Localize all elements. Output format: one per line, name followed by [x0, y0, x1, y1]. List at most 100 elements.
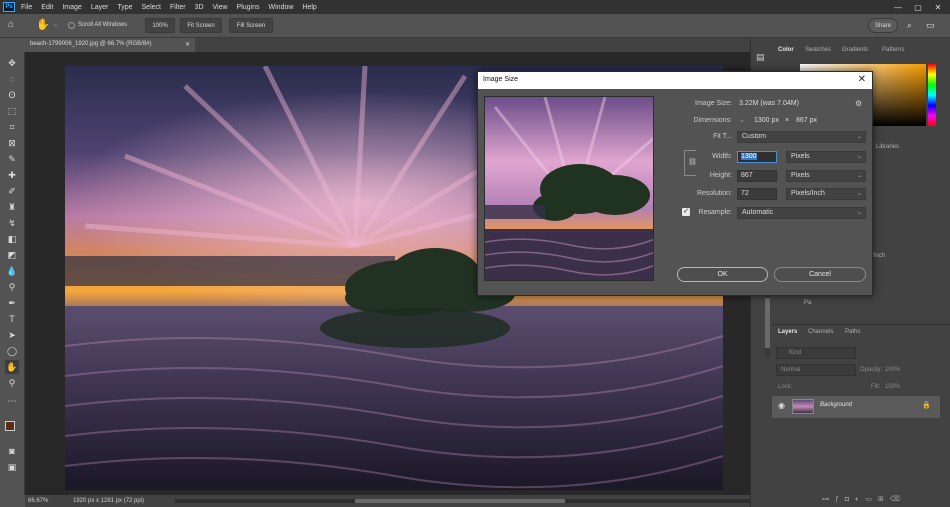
height-input[interactable]: 867 [737, 170, 777, 182]
hue-slider[interactable] [928, 64, 936, 126]
pen-tool-icon[interactable]: ✒ [5, 296, 19, 310]
hand-tool-icon[interactable]: ✋ [36, 18, 52, 34]
clone-stamp-icon[interactable]: ♜ [5, 200, 19, 214]
group-icon[interactable]: ▭ [865, 496, 878, 503]
fit-screen-button[interactable]: Fit Screen [180, 18, 222, 33]
close-tab-icon[interactable]: ✕ [185, 41, 190, 48]
blur-tool-icon[interactable]: 💧 [5, 264, 19, 278]
menu-select[interactable]: Select [142, 4, 161, 11]
history-panel-icon[interactable]: ▤ [756, 52, 765, 63]
tab-swatches[interactable]: Swatches [805, 47, 831, 53]
blend-mode-select[interactable]: Normal [776, 364, 856, 376]
resolution-input[interactable]: 72 [737, 188, 777, 200]
tab-paths[interactable]: Paths [845, 329, 860, 335]
hand-tool-icon[interactable]: ✋ [5, 360, 19, 374]
menu-image[interactable]: Image [62, 4, 81, 11]
layer-thumbnail [792, 399, 814, 414]
trash-icon[interactable]: ⌫ [890, 496, 906, 503]
width-unit-select[interactable]: Pixels ⌄ [786, 151, 866, 163]
resolution-unit-select[interactable]: Pixels/Inch ⌄ [786, 188, 866, 200]
scroll-all-checkbox[interactable] [68, 22, 75, 29]
share-button[interactable]: Share [868, 18, 898, 33]
close-icon[interactable]: ✕ [858, 74, 866, 85]
brush-tool-icon[interactable]: ✐ [5, 184, 19, 198]
path-select-icon[interactable]: ➤ [5, 328, 19, 342]
healing-brush-icon[interactable]: ✚ [5, 168, 19, 182]
adjustment-icon[interactable]: ◐ [855, 496, 865, 503]
foreground-color-swatch[interactable] [5, 421, 15, 431]
lasso-tool-icon[interactable]: ʘ [5, 88, 19, 102]
cancel-button[interactable]: Cancel [774, 267, 866, 282]
more-tools-icon[interactable]: ⋯ [5, 394, 19, 408]
history-brush-icon[interactable]: ↯ [5, 216, 19, 230]
height-unit-select[interactable]: Pixels ⌄ [786, 170, 866, 182]
document-tab[interactable]: beach-1799006_1920.jpg @ 66.7% (RGB/8#) … [25, 38, 195, 52]
fx-icon[interactable]: ƒ [835, 496, 845, 503]
ellipse-tool-icon[interactable]: ◯ [5, 344, 19, 358]
width-input[interactable]: 1300 [737, 151, 777, 163]
menu-window[interactable]: Window [269, 4, 294, 11]
dimensions-chevron-icon[interactable]: ⌄ [739, 116, 745, 124]
menu-file[interactable]: File [21, 4, 32, 11]
menu-type[interactable]: Type [117, 4, 132, 11]
screen-mode-icon[interactable]: ▣ [5, 460, 19, 474]
layer-filter-select[interactable]: Kind [776, 347, 856, 359]
object-select-tool-icon[interactable]: ⬚ [5, 104, 19, 118]
tab-channels[interactable]: Channels [808, 329, 833, 335]
menu-edit[interactable]: Edit [41, 4, 53, 11]
zoom-100-button[interactable]: 100% [145, 18, 175, 33]
dialog-titlebar[interactable]: Image Size ✕ [478, 72, 872, 89]
menu-layer[interactable]: Layer [91, 4, 109, 11]
tab-color[interactable]: Color [778, 47, 794, 53]
type-tool-icon[interactable]: T [5, 312, 19, 326]
dodge-tool-icon[interactable]: ⚲ [5, 280, 19, 294]
eyedropper-tool-icon[interactable]: ✎ [5, 152, 19, 166]
maximize-icon[interactable]: ▢ [908, 0, 928, 14]
workspace-icon[interactable]: ▭ [926, 20, 935, 31]
tab-patterns[interactable]: Patterns [882, 47, 904, 53]
status-zoom[interactable]: 66.67% [28, 498, 48, 504]
tab-layers[interactable]: Layers [778, 329, 797, 335]
layer-name[interactable]: Background [820, 402, 852, 408]
fit-to-select[interactable]: Custom ⌄ [737, 131, 866, 143]
menu-view[interactable]: View [213, 4, 228, 11]
mask-icon[interactable]: ◘ [845, 496, 855, 503]
search-icon[interactable]: ⌕ [907, 20, 912, 31]
move-tool-icon[interactable]: ✥ [5, 56, 19, 70]
resolution-label: Resolution: [696, 190, 732, 197]
horizontal-scrollbar[interactable] [175, 499, 750, 503]
home-icon[interactable]: ⌂ [8, 19, 22, 33]
quick-mask-icon[interactable]: ◙ [5, 444, 19, 458]
new-layer-icon[interactable]: ⊞ [878, 496, 890, 503]
menu-filter[interactable]: Filter [170, 4, 186, 11]
tab-gradients[interactable]: Gradients [842, 47, 868, 53]
frame-tool-icon[interactable]: ⊠ [5, 136, 19, 150]
tab-libraries[interactable]: Libraries [876, 144, 899, 150]
image-preview[interactable] [484, 96, 654, 281]
eraser-tool-icon[interactable]: ◧ [5, 232, 19, 246]
resolution-unit-value: Pixels/Inch [791, 190, 825, 197]
close-window-icon[interactable]: ✕ [928, 0, 948, 14]
menu-plugins[interactable]: Plugins [237, 4, 260, 11]
layer-row[interactable]: ◉ Background 🔒 [772, 396, 940, 418]
marquee-tool-icon[interactable]: ◌ [5, 72, 19, 86]
menu-3d[interactable]: 3D [195, 4, 204, 11]
dialog-title: Image Size [483, 76, 519, 83]
resample-select[interactable]: Automatic ⌄ [737, 207, 866, 219]
fill-screen-button[interactable]: Fill Screen [229, 18, 273, 33]
fill-value[interactable]: 100% [885, 384, 900, 390]
settings-gear-icon[interactable]: ⚙ [855, 99, 862, 108]
zoom-tool-icon[interactable]: ⚲ [5, 376, 19, 390]
resample-checkbox[interactable]: ✓ [682, 208, 690, 216]
minimize-icon[interactable]: — [888, 0, 908, 14]
chevron-down-icon[interactable]: ⌄ [53, 21, 58, 28]
menu-help[interactable]: Help [302, 4, 316, 11]
crop-tool-icon[interactable]: ⌗ [5, 120, 19, 134]
visibility-eye-icon[interactable]: ◉ [778, 401, 785, 410]
paint-bucket-icon[interactable]: ◩ [5, 248, 19, 262]
opacity-value[interactable]: 100% [885, 367, 900, 373]
link-layers-icon[interactable]: ⊶ [822, 496, 835, 503]
vertical-scroll-thumb[interactable] [765, 298, 770, 348]
horizontal-scroll-thumb[interactable] [355, 499, 565, 503]
ok-button[interactable]: OK [677, 267, 768, 282]
